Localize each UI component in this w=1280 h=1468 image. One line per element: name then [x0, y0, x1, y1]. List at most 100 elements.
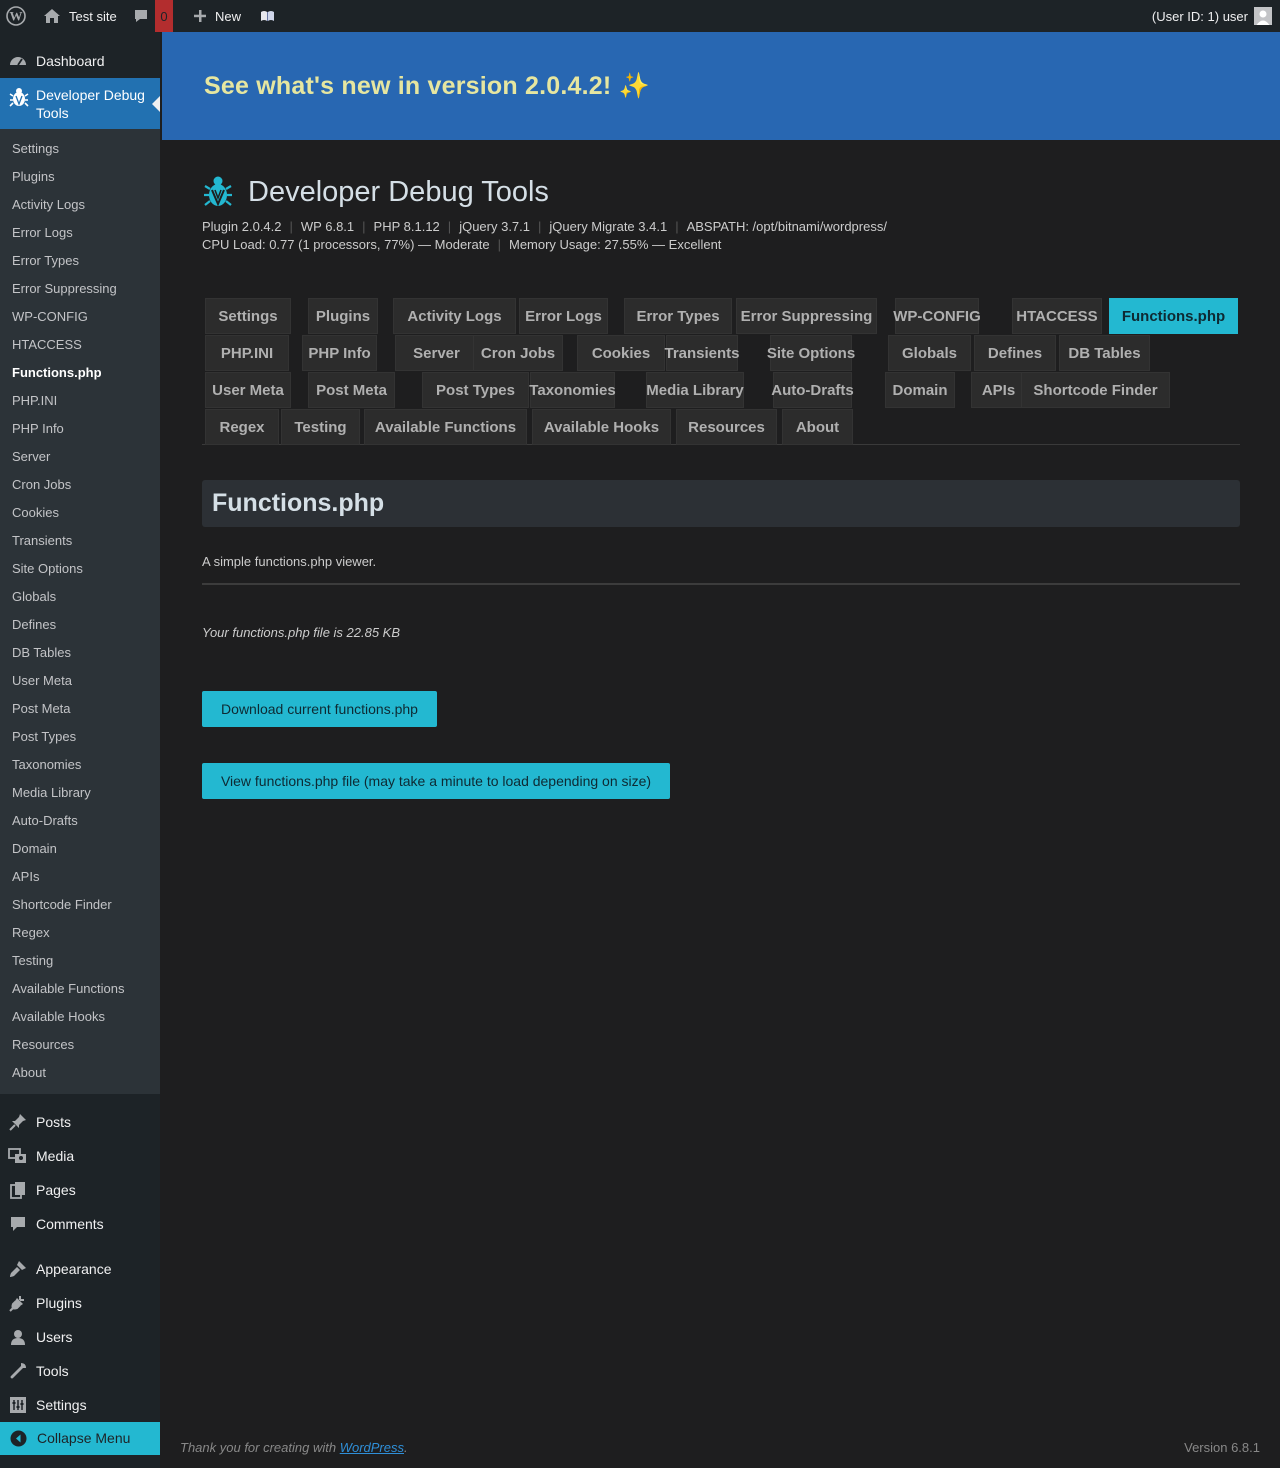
menu-dashboard[interactable]: Dashboard — [0, 46, 160, 76]
menu-tools[interactable]: Tools — [0, 1357, 160, 1385]
submenu-item[interactable]: Post Meta — [12, 701, 71, 717]
avatar — [1254, 7, 1272, 25]
submenu-item[interactable]: Shortcode Finder — [12, 897, 112, 913]
tab-user-meta[interactable]: User Meta — [205, 372, 291, 408]
tab-error-logs[interactable]: Error Logs — [519, 298, 608, 334]
submenu-item[interactable]: APIs — [12, 869, 39, 885]
comment-icon — [8, 1214, 28, 1234]
whats-new-banner[interactable]: See what's new in version 2.0.4.2! ✨ — [162, 32, 1280, 140]
meta-separator: | — [289, 219, 293, 234]
submenu-item[interactable]: Defines — [12, 617, 56, 633]
menu-media[interactable]: Media — [0, 1142, 160, 1170]
submenu-item[interactable]: PHP Info — [12, 421, 64, 437]
tab-resources[interactable]: Resources — [676, 409, 777, 445]
comment-count-badge: 0 — [155, 0, 173, 32]
meta-separator: | — [362, 219, 366, 234]
my-account-link[interactable]: (User ID: 1) user — [1152, 0, 1272, 32]
submenu-item[interactable]: DB Tables — [12, 645, 71, 661]
menu-developer-debug-tools[interactable]: Developer Debug Tools — [0, 78, 160, 129]
wordpress-logo-icon[interactable]: W — [6, 0, 26, 32]
tab-defines[interactable]: Defines — [974, 335, 1056, 371]
submenu-item[interactable]: Activity Logs — [12, 197, 85, 213]
tab-auto-drafts[interactable]: Auto-Drafts — [771, 372, 854, 408]
submenu-item[interactable]: Plugins — [12, 169, 55, 185]
submenu-item[interactable]: Server — [12, 449, 50, 465]
menu-users[interactable]: Users — [0, 1323, 160, 1351]
download-functions-button[interactable]: Download current functions.php — [202, 691, 437, 727]
submenu-item[interactable]: Domain — [12, 841, 57, 857]
tab-available-hooks[interactable]: Available Hooks — [532, 409, 671, 445]
submenu-item[interactable]: About — [12, 1065, 46, 1081]
submenu-item[interactable]: Settings — [12, 141, 59, 157]
submenu-item[interactable]: Regex — [12, 925, 50, 941]
submenu-item[interactable]: User Meta — [12, 673, 72, 689]
submenu-item[interactable]: Available Hooks — [12, 1009, 105, 1025]
tab-plugins[interactable]: Plugins — [308, 298, 378, 334]
menu-appearance[interactable]: Appearance — [0, 1255, 160, 1283]
tab-db-tables[interactable]: DB Tables — [1059, 335, 1150, 371]
submenu-item[interactable]: Post Types — [12, 729, 76, 745]
tab-cookies[interactable]: Cookies — [577, 335, 665, 371]
new-content-link[interactable]: New — [193, 0, 241, 32]
submenu-item[interactable]: Available Functions — [12, 981, 125, 997]
submenu-item[interactable]: WP-CONFIG — [12, 309, 88, 325]
submenu-item[interactable]: Auto-Drafts — [12, 813, 78, 829]
dashboard-icon — [8, 51, 28, 71]
submenu-item[interactable]: Site Options — [12, 561, 83, 577]
tab-taxonomies[interactable]: Taxonomies — [529, 372, 616, 408]
submenu-item[interactable]: Testing — [12, 953, 53, 969]
submenu-item[interactable]: Functions.php — [12, 365, 102, 381]
menu-posts[interactable]: Posts — [0, 1108, 160, 1136]
tab-shortcode-finder[interactable]: Shortcode Finder — [1021, 372, 1170, 408]
tab-site-options[interactable]: Site Options — [767, 335, 855, 371]
submenu-item[interactable]: PHP.INI — [12, 393, 57, 409]
view-functions-button[interactable]: View functions.php file (may take a minu… — [202, 763, 670, 799]
submenu-item[interactable]: Globals — [12, 589, 56, 605]
tab-settings[interactable]: Settings — [205, 298, 291, 334]
comments-link[interactable]: 0 — [133, 0, 173, 32]
site-name-link[interactable]: Test site — [43, 0, 117, 32]
tab-domain[interactable]: Domain — [885, 372, 955, 408]
submenu-item[interactable]: Cron Jobs — [12, 477, 71, 493]
section-description: A simple functions.php viewer. — [202, 554, 377, 569]
menu-comments[interactable]: Comments — [0, 1210, 160, 1238]
meta-item: PHP 8.1.12 — [373, 219, 440, 234]
plugin-header: Developer Debug Tools — [202, 172, 549, 212]
submenu-item[interactable]: Resources — [12, 1037, 74, 1053]
tab-cron-jobs[interactable]: Cron Jobs — [473, 335, 563, 371]
tab-available-functions[interactable]: Available Functions — [364, 409, 527, 445]
tab-apis[interactable]: APIs — [971, 372, 1026, 408]
menu-pages[interactable]: Pages — [0, 1176, 160, 1204]
tab-php-ini[interactable]: PHP.INI — [205, 335, 289, 371]
submenu-item[interactable]: Error Logs — [12, 225, 73, 241]
wordpress-link[interactable]: WordPress — [340, 1440, 404, 1455]
tab-wp-config[interactable]: WP-CONFIG — [893, 298, 981, 334]
menu-plugins[interactable]: Plugins — [0, 1289, 160, 1317]
tab-error-suppressing[interactable]: Error Suppressing — [736, 298, 877, 334]
tab-globals[interactable]: Globals — [888, 335, 971, 371]
tab-regex[interactable]: Regex — [205, 409, 279, 445]
tab-about[interactable]: About — [782, 409, 853, 445]
tab-media-library[interactable]: Media Library — [646, 372, 744, 408]
tab-post-types[interactable]: Post Types — [422, 372, 529, 408]
submenu-item[interactable]: Error Types — [12, 253, 79, 269]
collapse-menu-button[interactable]: Collapse Menu — [0, 1422, 160, 1455]
submenu-item[interactable]: Taxonomies — [12, 757, 81, 773]
tab-functions-php[interactable]: Functions.php — [1109, 298, 1238, 334]
tab-php-info[interactable]: PHP Info — [302, 335, 377, 371]
tab-htaccess[interactable]: HTACCESS — [1012, 298, 1102, 334]
submenu-item[interactable]: Transients — [12, 533, 72, 549]
submenu-item[interactable]: HTACCESS — [12, 337, 82, 353]
tab-server[interactable]: Server — [395, 335, 478, 371]
tab-activity-logs[interactable]: Activity Logs — [393, 298, 516, 334]
tab-transients[interactable]: Transients — [664, 335, 740, 371]
submenu-item[interactable]: Cookies — [12, 505, 59, 521]
submenu-item[interactable]: Media Library — [12, 785, 91, 801]
submenu-item[interactable]: Error Suppressing — [12, 281, 117, 297]
tab-error-types[interactable]: Error Types — [624, 298, 732, 334]
menu-settings[interactable]: Settings — [0, 1391, 160, 1419]
tab-post-meta[interactable]: Post Meta — [308, 372, 395, 408]
book-icon[interactable] — [260, 0, 275, 32]
menu-media-label: Media — [36, 1148, 75, 1164]
tab-testing[interactable]: Testing — [281, 409, 360, 445]
